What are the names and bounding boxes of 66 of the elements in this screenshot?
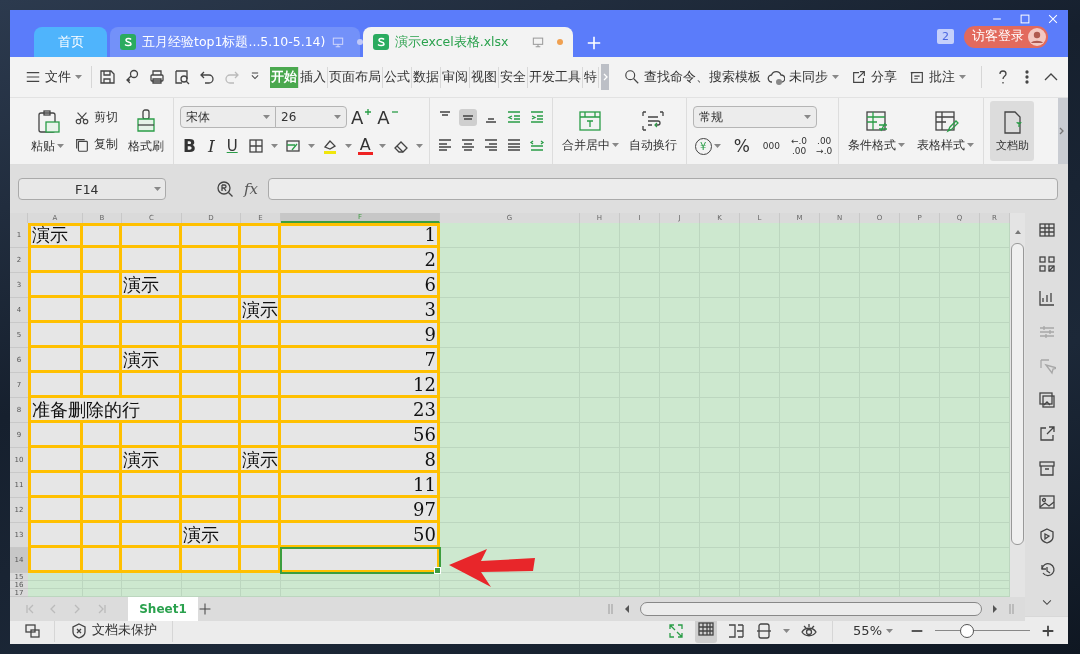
search-command-field[interactable]: 查找命令、搜索模板 (621, 66, 764, 88)
cell-text: 演示 (122, 349, 160, 370)
underline-button[interactable]: U (223, 137, 241, 155)
cell-text: 23 (412, 399, 437, 420)
percent-button[interactable]: % (731, 136, 752, 156)
bold-button[interactable]: B (180, 136, 199, 156)
cell-text: 9 (423, 324, 437, 345)
decrease-font-button[interactable]: A (375, 106, 400, 128)
increase-decimal-button[interactable]: ←.0 .00 (790, 136, 808, 156)
sheet-tab[interactable]: Sheet1 (128, 597, 198, 621)
sync-button[interactable]: 未同步 (764, 66, 842, 88)
increase-font-button[interactable]: A (349, 106, 374, 128)
cell-text: 演示 (241, 299, 279, 320)
cell-text: 演示 (122, 449, 160, 470)
copy-button[interactable]: 复制 (73, 135, 119, 154)
ribbon-tab[interactable]: 数据 (412, 66, 441, 88)
ribbon-tab[interactable]: 视图 (470, 66, 499, 88)
font-name-select[interactable]: 宋体 (180, 106, 276, 128)
format-painter-button[interactable]: 格式刷 (125, 105, 167, 157)
cell-text: 12 (412, 374, 437, 395)
document-tab[interactable]: 演示excel表格.xlsx (363, 27, 573, 57)
cell-text: 7 (423, 349, 437, 370)
ribbon-tab[interactable]: 页面布局 (328, 66, 383, 88)
cell-text: 97 (412, 499, 437, 520)
ribbon-tab[interactable]: 特 (583, 66, 599, 88)
cell-text: 演示 (31, 224, 69, 245)
cell-text: 6 (423, 274, 437, 295)
italic-button[interactable]: I (204, 136, 218, 156)
cut-button[interactable]: 剪切 (73, 108, 119, 127)
share-button[interactable]: 分享 (848, 66, 900, 88)
protection-status[interactable]: 文档未保护 (67, 619, 160, 642)
cell-text: 1 (423, 224, 437, 245)
insert-function-button[interactable]: fx (244, 180, 258, 198)
login-button[interactable]: 访客登录 (964, 25, 1048, 48)
ribbon-tab[interactable]: 开始 (270, 66, 299, 88)
decrease-decimal-button[interactable]: .00 →.0 (816, 136, 833, 156)
cell-text: 8 (423, 449, 437, 470)
name-box[interactable]: F14 (18, 178, 166, 200)
cell-text: 演示 (182, 524, 220, 545)
font-size-select[interactable]: 26 (275, 106, 347, 128)
cell-text: 11 (412, 474, 437, 495)
ribbon-tab[interactable]: 插入 (299, 66, 328, 88)
zoom-select[interactable]: 55% (847, 622, 899, 639)
ribbon-tab[interactable]: 审阅 (441, 66, 470, 88)
ribbon-tab[interactable]: 安全 (499, 66, 528, 88)
cell-text: 准备删除的行 (31, 399, 141, 420)
number-format-select[interactable]: 常规 (692, 106, 817, 128)
window-count-badge[interactable]: 2 (937, 29, 954, 44)
comment-button[interactable]: 批注 (906, 66, 969, 88)
merge-center-button[interactable]: 合并居中 (558, 106, 622, 156)
document-assistant-button[interactable]: 文档助 (990, 101, 1035, 161)
table-style-button[interactable]: 表格样式 (914, 106, 978, 156)
cell-text: 演示 (241, 449, 279, 470)
ribbon-tab[interactable]: 公式 (383, 66, 412, 88)
file-menu[interactable]: 文件 (22, 66, 85, 88)
cell-text: 56 (412, 424, 437, 445)
conditional-format-button[interactable]: 条件格式 (845, 106, 909, 156)
ribbon-tab[interactable]: 开发工具 (528, 66, 583, 88)
thousands-separator-button[interactable]: 000 (760, 141, 782, 151)
paste-button[interactable]: 粘贴 (28, 105, 67, 157)
cell-text: 50 (412, 524, 437, 545)
cell-text: 3 (423, 299, 437, 320)
cell-text: 2 (423, 249, 437, 270)
wrap-text-button[interactable]: 自动换行 (625, 106, 680, 156)
font-color-button[interactable]: A (357, 137, 373, 155)
cell-text: 演示 (122, 274, 160, 295)
